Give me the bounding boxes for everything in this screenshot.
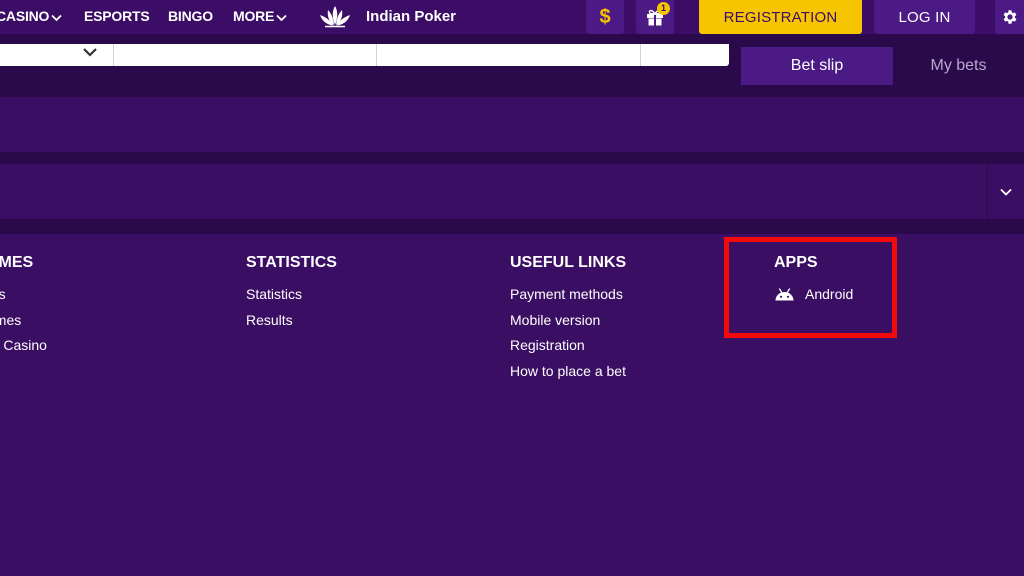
tab-bet-slip[interactable]: Bet slip xyxy=(741,47,893,85)
footer-column-title: STATISTICS xyxy=(246,254,337,271)
footer-column-title: AMES xyxy=(0,254,34,271)
footer-link[interactable]: ames xyxy=(0,312,47,329)
gear-icon xyxy=(1003,10,1016,24)
footer-link-statistics[interactable]: Statistics xyxy=(246,286,337,303)
nav-indian-poker[interactable]: Indian Poker xyxy=(316,2,456,30)
login-button-label: LOG IN xyxy=(898,8,951,26)
nav-bingo[interactable]: BINGO xyxy=(168,7,213,25)
chevron-down-icon xyxy=(1000,188,1012,196)
footer-column-apps: APPS Android xyxy=(774,254,853,312)
band-divider xyxy=(0,219,1024,234)
footer-link-android-label: Android xyxy=(805,286,854,302)
nav-esports[interactable]: ESPORTS xyxy=(84,7,150,25)
filter-divider xyxy=(376,44,377,66)
filter-divider xyxy=(640,44,641,66)
gift-badge-count: 1 xyxy=(657,2,670,15)
nav-more-label: MORE xyxy=(233,8,275,24)
footer-link-payment-methods[interactable]: Payment methods xyxy=(510,286,626,303)
accordion-toggle[interactable] xyxy=(987,164,1024,219)
login-button[interactable]: LOG IN xyxy=(874,0,975,34)
android-icon xyxy=(775,288,794,301)
footer-column-useful-links: USEFUL LINKS Payment methods Mobile vers… xyxy=(510,254,626,388)
tab-my-bets-label: My bets xyxy=(930,57,987,74)
footer-column-games: AMES ots ames re Casino xyxy=(0,254,47,363)
filter-divider xyxy=(113,44,114,66)
brand-label: Indian Poker xyxy=(366,7,457,25)
chevron-down-icon[interactable] xyxy=(82,46,98,58)
chevron-down-icon xyxy=(276,14,287,22)
settings-button[interactable] xyxy=(995,0,1024,34)
registration-button[interactable]: REGISTRATION xyxy=(699,0,862,34)
chevron-down-icon xyxy=(51,14,62,22)
nav-casino[interactable]: CASINO xyxy=(0,7,62,25)
footer-link-mobile-version[interactable]: Mobile version xyxy=(510,312,626,329)
footer-column-title: APPS xyxy=(774,254,818,271)
bonus-gift-button[interactable]: 1 xyxy=(636,0,674,34)
footer-column-title: USEFUL LINKS xyxy=(510,254,627,271)
nav-casino-label: CASINO xyxy=(0,8,50,24)
nav-esports-label: ESPORTS xyxy=(84,8,150,24)
footer-link-registration[interactable]: Registration xyxy=(510,337,626,354)
filter-bar[interactable] xyxy=(0,44,729,66)
footer-link-how-to-place-a-bet[interactable]: How to place a bet xyxy=(510,363,626,380)
footer-link[interactable]: re Casino xyxy=(0,337,47,354)
deposit-button[interactable]: $ xyxy=(586,0,624,34)
nav-more[interactable]: MORE xyxy=(233,7,287,25)
accordion-band[interactable] xyxy=(0,164,1024,219)
lotus-icon xyxy=(320,6,350,28)
tab-my-bets[interactable]: My bets xyxy=(893,47,1024,85)
footer-links: AMES ots ames re Casino STATISTICS Stati… xyxy=(0,234,1024,576)
footer-link[interactable]: ots xyxy=(0,286,47,303)
nav-bingo-label: BINGO xyxy=(168,8,213,24)
registration-button-label: REGISTRATION xyxy=(723,8,838,26)
top-navigation-bar: CASINO ESPORTS BINGO MORE Indian Poker $ xyxy=(0,0,1024,34)
band-divider xyxy=(0,152,1024,164)
content-band xyxy=(0,97,1024,152)
footer-link-android[interactable]: Android xyxy=(774,286,853,303)
footer-link-results[interactable]: Results xyxy=(246,312,337,329)
tab-bet-slip-label: Bet slip xyxy=(790,57,844,74)
dollar-icon: $ xyxy=(599,6,611,28)
footer-column-statistics: STATISTICS Statistics Results xyxy=(246,254,337,337)
